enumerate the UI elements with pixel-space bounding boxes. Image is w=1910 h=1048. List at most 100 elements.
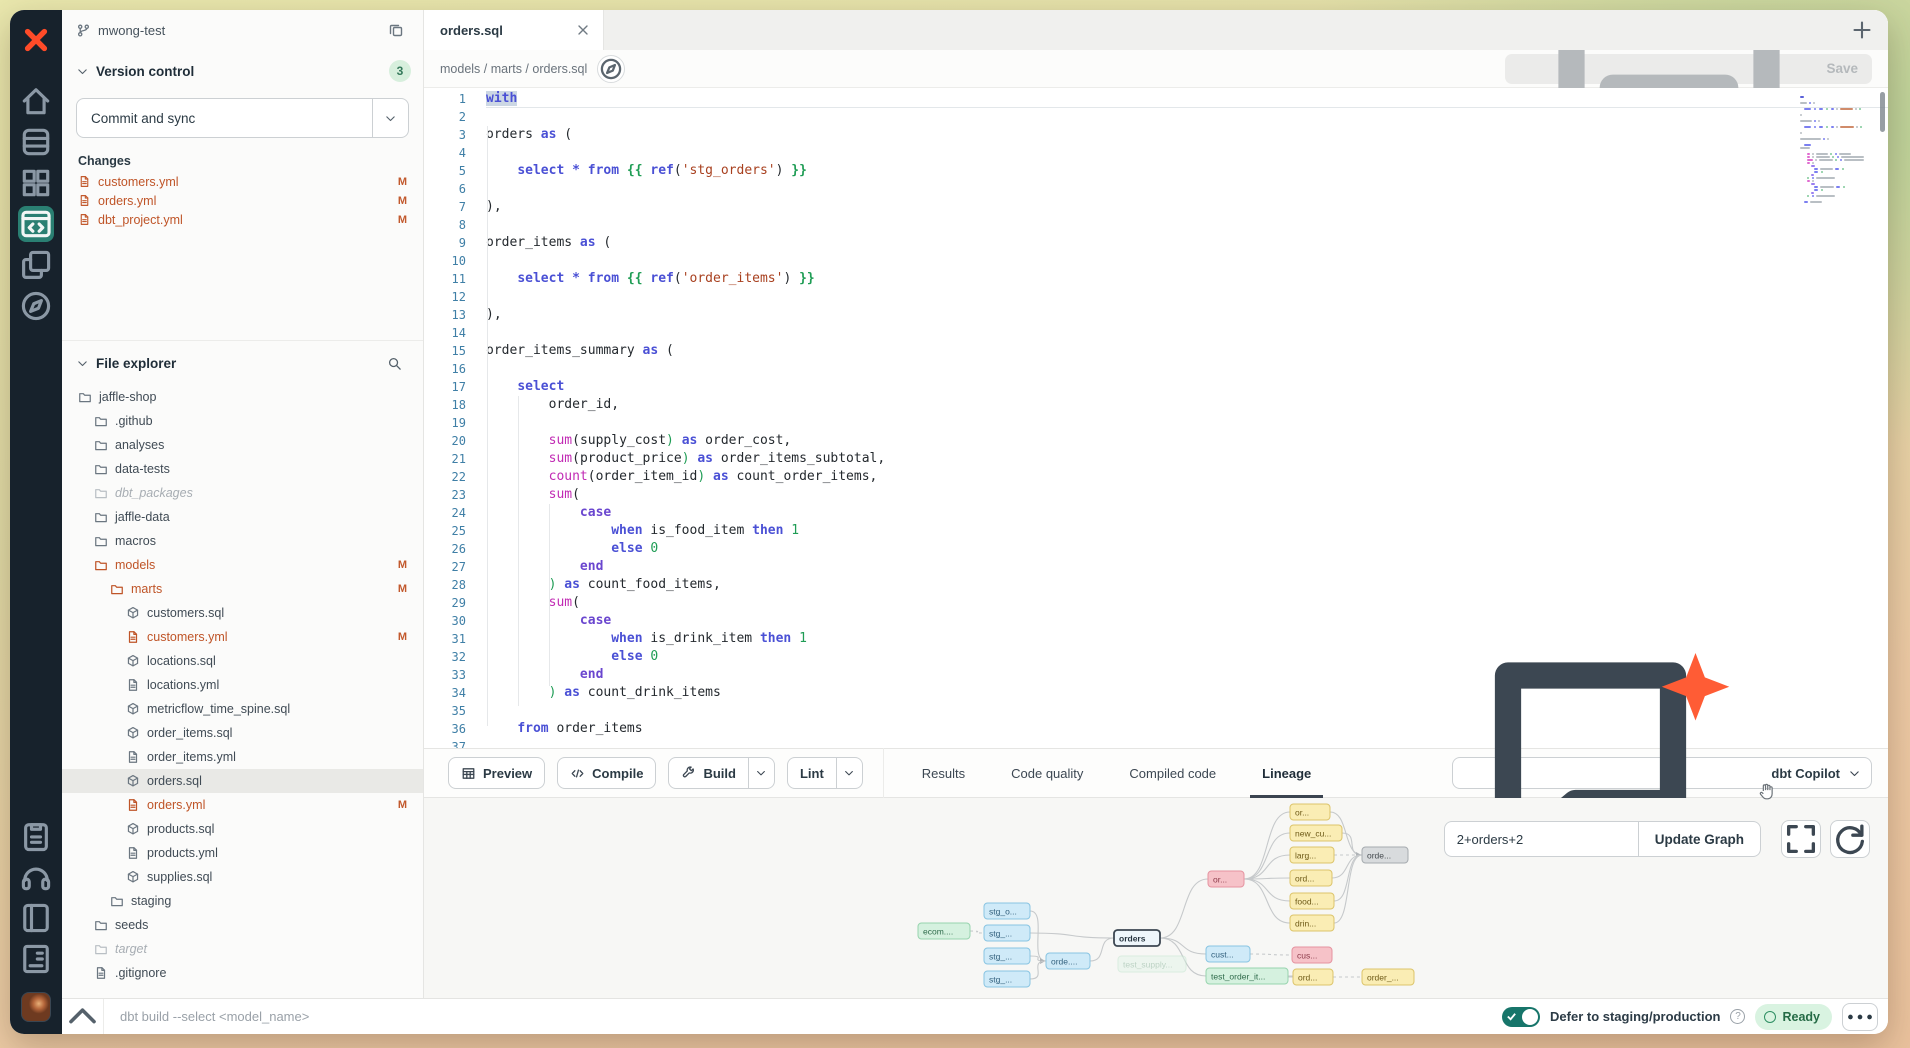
tree-item-marts[interactable]: martsM bbox=[62, 577, 423, 601]
tree-item-dbt_packages[interactable]: dbt_packages bbox=[62, 481, 423, 505]
rail-item-clipboard[interactable] bbox=[18, 818, 54, 854]
tree-item-jaffle-shop[interactable]: jaffle-shop bbox=[62, 385, 423, 409]
preview-button[interactable]: Preview bbox=[448, 757, 545, 789]
rail-item-docs[interactable] bbox=[18, 900, 54, 936]
changed-file-orders.yml[interactable]: orders.ymlM bbox=[62, 191, 423, 210]
fullscreen-button[interactable] bbox=[1781, 820, 1821, 858]
code-line-16[interactable]: 16 bbox=[424, 360, 1888, 378]
code-line-2[interactable]: 2 bbox=[424, 108, 1888, 126]
tree-item-jaffle-data[interactable]: jaffle-data bbox=[62, 505, 423, 529]
code-line-29[interactable]: 29 sum( bbox=[424, 594, 1888, 612]
update-graph-button[interactable]: Update Graph bbox=[1638, 821, 1761, 857]
tab-results[interactable]: Results bbox=[920, 748, 967, 798]
minimap[interactable] bbox=[1800, 96, 1872, 207]
tree-item-orders.sql[interactable]: orders.sql bbox=[62, 769, 423, 793]
lineage-node-larg[interactable]: larg... bbox=[1290, 847, 1334, 863]
search-icon[interactable] bbox=[387, 356, 402, 371]
tree-item-products.sql[interactable]: products.sql bbox=[62, 817, 423, 841]
tree-item-staging[interactable]: staging bbox=[62, 889, 423, 913]
code-line-1[interactable]: 1with bbox=[424, 90, 1888, 108]
tree-item-analyses[interactable]: analyses bbox=[62, 433, 423, 457]
lint-options-chevron[interactable] bbox=[836, 758, 862, 788]
code-line-18[interactable]: 18 order_id, bbox=[424, 396, 1888, 414]
tree-item-metricflow_time_spine.sql[interactable]: metricflow_time_spine.sql bbox=[62, 697, 423, 721]
lineage-node-ecom[interactable]: ecom.... bbox=[918, 923, 970, 939]
project-header[interactable]: mwong-test bbox=[62, 10, 423, 50]
lineage-node-or[interactable]: or... bbox=[1290, 804, 1330, 820]
open-lineage-button[interactable] bbox=[597, 55, 625, 83]
tab-close-icon[interactable] bbox=[575, 22, 591, 38]
tree-item-order_items.sql[interactable]: order_items.sql bbox=[62, 721, 423, 745]
code-line-8[interactable]: 8 bbox=[424, 216, 1888, 234]
dbt-logo[interactable] bbox=[18, 22, 54, 58]
changed-file-dbt_project.yml[interactable]: dbt_project.ymlM bbox=[62, 210, 423, 229]
help-icon[interactable]: ? bbox=[1730, 1009, 1745, 1024]
rail-item-ide[interactable] bbox=[18, 206, 54, 242]
version-control-header[interactable]: Version control 3 bbox=[62, 56, 423, 86]
code-line-7[interactable]: 7), bbox=[424, 198, 1888, 216]
changed-file-customers.yml[interactable]: customers.ymlM bbox=[62, 172, 423, 191]
tree-item-order_items.yml[interactable]: order_items.yml bbox=[62, 745, 423, 769]
code-line-28[interactable]: 28 ) as count_food_items, bbox=[424, 576, 1888, 594]
code-line-25[interactable]: 25 when is_food_item then 1 bbox=[424, 522, 1888, 540]
tree-item-locations.yml[interactable]: locations.yml bbox=[62, 673, 423, 697]
tab-lineage[interactable]: Lineage bbox=[1260, 748, 1313, 798]
code-line-27[interactable]: 27 end bbox=[424, 558, 1888, 576]
save-button[interactable]: Save bbox=[1505, 54, 1872, 84]
dbt-copilot-button[interactable]: dbt Copilot bbox=[1452, 757, 1872, 789]
lineage-node-or[interactable]: or... bbox=[1208, 871, 1244, 887]
code-line-22[interactable]: 22 count(order_item_id) as count_order_i… bbox=[424, 468, 1888, 486]
status-ready-badge[interactable]: Ready bbox=[1755, 1004, 1832, 1030]
rail-item-grid[interactable] bbox=[18, 165, 54, 201]
lineage-node-ord[interactable]: ord... bbox=[1293, 969, 1333, 985]
lineage-selector-input[interactable] bbox=[1444, 821, 1638, 857]
code-line-15[interactable]: 15order_items_summary as ( bbox=[424, 342, 1888, 360]
code-line-17[interactable]: 17 select bbox=[424, 378, 1888, 396]
lineage-node-stg_[interactable]: stg_... bbox=[984, 925, 1030, 941]
rail-item-windows[interactable] bbox=[18, 247, 54, 283]
commit-options-chevron[interactable] bbox=[372, 99, 408, 137]
lineage-node-food[interactable]: food... bbox=[1290, 893, 1334, 909]
tree-item-data-tests[interactable]: data-tests bbox=[62, 457, 423, 481]
rail-item-home[interactable] bbox=[18, 83, 54, 119]
refresh-graph-button[interactable] bbox=[1830, 820, 1870, 858]
tab-orders-sql[interactable]: orders.sql bbox=[424, 10, 604, 50]
lineage-node-stg_o[interactable]: stg_o... bbox=[984, 903, 1030, 919]
build-button[interactable]: Build bbox=[668, 757, 775, 789]
tab-code-quality[interactable]: Code quality bbox=[1009, 748, 1085, 798]
code-line-3[interactable]: 3orders as ( bbox=[424, 126, 1888, 144]
code-line-11[interactable]: 11 select * from {{ ref('order_items') }… bbox=[424, 270, 1888, 288]
tab-compiled-code[interactable]: Compiled code bbox=[1127, 748, 1218, 798]
lineage-node-drin[interactable]: drin... bbox=[1290, 915, 1334, 931]
tree-item-orders.yml[interactable]: orders.ymlM bbox=[62, 793, 423, 817]
code-line-9[interactable]: 9order_items as ( bbox=[424, 234, 1888, 252]
code-line-4[interactable]: 4 bbox=[424, 144, 1888, 162]
rail-item-stack[interactable] bbox=[18, 124, 54, 160]
compile-button[interactable]: Compile bbox=[557, 757, 656, 789]
more-options-button[interactable] bbox=[1842, 1003, 1878, 1031]
lineage-node-test_supply[interactable]: test_supply... bbox=[1118, 956, 1186, 972]
tree-item-macros[interactable]: macros bbox=[62, 529, 423, 553]
lineage-node-new_cu[interactable]: new_cu... bbox=[1290, 825, 1342, 841]
code-line-23[interactable]: 23 sum( bbox=[424, 486, 1888, 504]
build-options-chevron[interactable] bbox=[748, 758, 774, 788]
commit-and-sync-button[interactable]: Commit and sync bbox=[76, 98, 409, 138]
rail-item-compass[interactable] bbox=[18, 288, 54, 324]
copy-icon[interactable] bbox=[388, 22, 404, 38]
tree-item-supplies.sql[interactable]: supplies.sql bbox=[62, 865, 423, 889]
tree-item-target[interactable]: target bbox=[62, 937, 423, 961]
new-tab-button[interactable] bbox=[1850, 18, 1874, 42]
tree-item-seeds[interactable]: seeds bbox=[62, 913, 423, 937]
lineage-node-orde[interactable]: orde... bbox=[1362, 847, 1408, 863]
code-line-5[interactable]: 5 select * from {{ ref('stg_orders') }} bbox=[424, 162, 1888, 180]
user-avatar[interactable] bbox=[21, 992, 51, 1022]
code-line-14[interactable]: 14 bbox=[424, 324, 1888, 342]
file-explorer-header[interactable]: File explorer bbox=[62, 347, 423, 379]
lineage-node-ord[interactable]: ord... bbox=[1290, 870, 1332, 886]
rail-item-terminal[interactable] bbox=[18, 941, 54, 977]
tree-item-customers.sql[interactable]: customers.sql bbox=[62, 601, 423, 625]
code-line-24[interactable]: 24 case bbox=[424, 504, 1888, 522]
tree-item-.gitignore[interactable]: .gitignore bbox=[62, 961, 423, 985]
lineage-node-orders[interactable]: orders bbox=[1114, 930, 1160, 946]
expand-command-bar-button[interactable] bbox=[62, 999, 104, 1035]
